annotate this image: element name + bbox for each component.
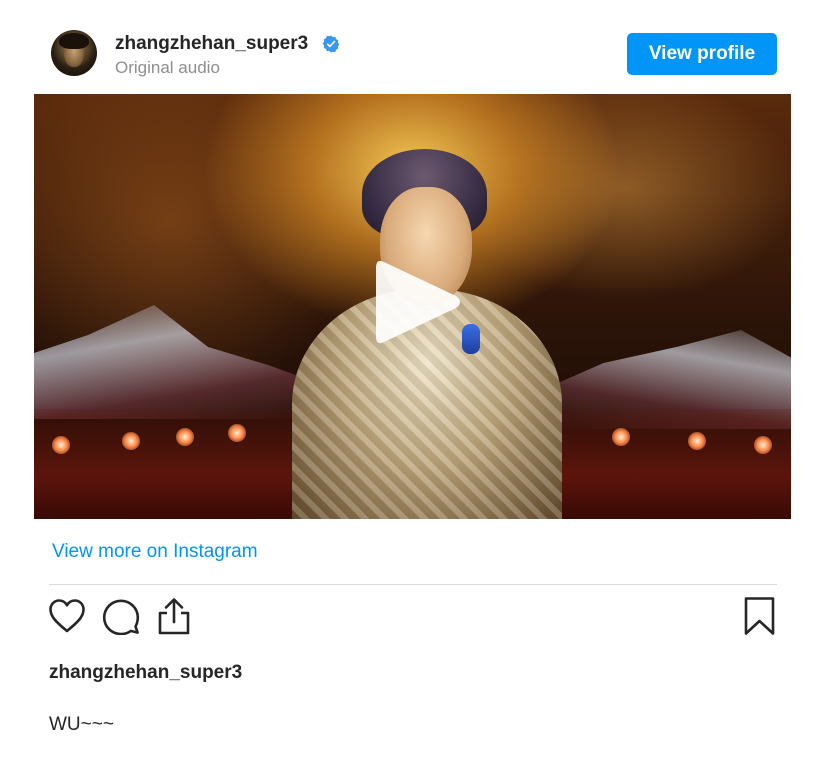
view-profile-button[interactable]: View profile xyxy=(627,33,777,75)
avatar[interactable] xyxy=(51,30,97,76)
avatar-hair xyxy=(59,33,89,49)
stage-light xyxy=(228,424,246,442)
play-icon[interactable] xyxy=(372,254,464,350)
audio-subtitle[interactable]: Original audio xyxy=(115,58,220,78)
stage-light xyxy=(122,432,140,450)
caption-text: WU~~~ xyxy=(49,714,114,735)
stage-light xyxy=(688,432,706,450)
heart-icon[interactable] xyxy=(48,598,86,634)
caption-username[interactable]: zhangzhehan_super3 xyxy=(49,662,242,684)
stage-light xyxy=(612,428,630,446)
bookmark-icon[interactable] xyxy=(743,596,776,636)
microphone xyxy=(462,324,480,354)
verified-badge-icon xyxy=(322,35,340,53)
post-header: zhangzhehan_super3 Original audio View p… xyxy=(0,0,828,94)
stage-light xyxy=(176,428,194,446)
comment-icon[interactable] xyxy=(102,597,140,635)
divider xyxy=(49,584,777,585)
stage-light xyxy=(754,436,772,454)
view-more-on-instagram-link[interactable]: View more on Instagram xyxy=(52,541,258,563)
header-username[interactable]: zhangzhehan_super3 xyxy=(115,33,308,55)
instagram-embed: zhangzhehan_super3 Original audio View p… xyxy=(0,0,828,774)
share-icon[interactable] xyxy=(156,596,192,636)
video-player[interactable] xyxy=(34,94,791,519)
stage-light xyxy=(52,436,70,454)
